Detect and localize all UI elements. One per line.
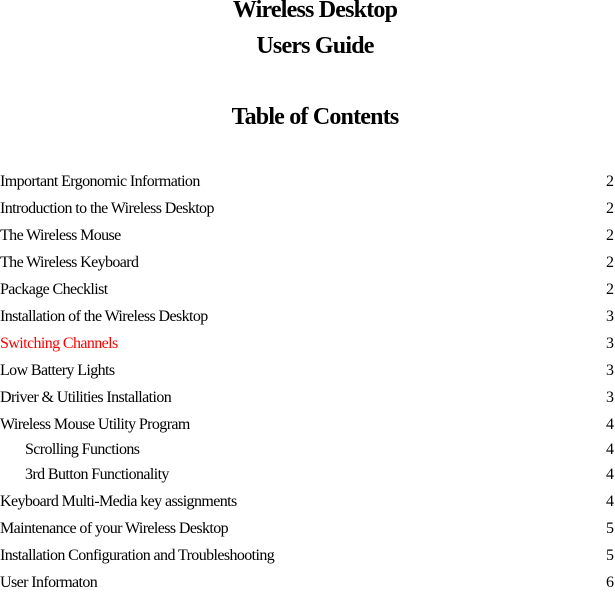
toc-entry-wireless-mouse[interactable]: The Wireless Mouse 2 xyxy=(0,226,615,246)
toc-entry-low-battery-lights[interactable]: Low Battery Lights 3 xyxy=(0,361,615,381)
document-subtitle: Users Guide xyxy=(256,33,374,59)
toc-entry-page-number: 4 xyxy=(606,493,614,510)
toc-entry-label: Package Checklist xyxy=(0,281,108,298)
toc-entry-user-information[interactable]: User Informaton 6 xyxy=(0,573,615,593)
toc-entry-label: Keyboard Multi-Media key assignments xyxy=(0,493,237,510)
toc-entry-label: User Informaton xyxy=(0,574,98,591)
toc-entry-installation[interactable]: Installation of the Wireless Desktop 3 xyxy=(0,307,615,327)
toc-entry-switching-channels[interactable]: Switching Channels 3 xyxy=(0,334,615,354)
toc-entry-label: The Wireless Mouse xyxy=(0,227,121,244)
toc-entry-label: Installation Configuration and Troublesh… xyxy=(0,547,275,564)
toc-entry-label: 3rd Button Functionality xyxy=(25,466,169,483)
toc-entry-page-number: 3 xyxy=(606,362,614,379)
toc-entry-important-ergonomic-information[interactable]: Important Ergonomic Information 2 xyxy=(0,172,615,192)
toc-entry-driver-utilities-installation[interactable]: Driver & Utilities Installation 3 xyxy=(0,388,615,408)
toc-entry-installation-configuration-troubleshooting[interactable]: Installation Configuration and Troublesh… xyxy=(0,546,615,566)
toc-entry-wireless-keyboard[interactable]: The Wireless Keyboard 2 xyxy=(0,253,615,273)
toc-entry-label: Maintenance of your Wireless Desktop xyxy=(0,520,229,537)
document-title: Wireless Desktop xyxy=(232,0,398,23)
toc-entry-label: Driver & Utilities Installation xyxy=(0,389,172,406)
toc-entry-page-number: 2 xyxy=(606,173,614,190)
toc-entry-label: Low Battery Lights xyxy=(0,362,115,379)
toc-entry-label: Introduction to the Wireless Desktop xyxy=(0,200,214,217)
toc-entry-package-checklist[interactable]: Package Checklist 2 xyxy=(0,280,615,300)
toc-subentry-scrolling-functions[interactable]: Scrolling Functions 4 xyxy=(0,440,615,460)
toc-entry-page-number: 6 xyxy=(606,574,614,591)
toc-entry-label: Scrolling Functions xyxy=(25,441,140,458)
toc-entry-page-number: 3 xyxy=(606,308,614,325)
toc-entry-page-number: 3 xyxy=(606,389,614,406)
toc-heading: Table of Contents xyxy=(231,104,400,130)
toc-entry-page-number: 5 xyxy=(606,547,614,564)
toc-entry-page-number: 4 xyxy=(606,441,614,458)
toc-entry-page-number: 2 xyxy=(606,227,614,244)
toc-entry-label: The Wireless Keyboard xyxy=(0,254,139,271)
toc-entry-page-number: 2 xyxy=(606,254,614,271)
toc-entry-page-number: 2 xyxy=(606,281,614,298)
toc-entry-page-number: 4 xyxy=(606,466,614,483)
toc-subentry-3rd-button-functionality[interactable]: 3rd Button Functionality 4 xyxy=(0,465,615,485)
toc-entry-page-number: 5 xyxy=(606,520,614,537)
toc-entry-label-highlighted: Switching Channels xyxy=(0,335,118,352)
toc-entry-page-number: 3 xyxy=(606,335,614,352)
toc-entry-introduction[interactable]: Introduction to the Wireless Desktop 2 xyxy=(0,199,615,219)
toc-entry-label: Important Ergonomic Information xyxy=(0,173,200,190)
toc-entry-keyboard-multimedia-keys[interactable]: Keyboard Multi-Media key assignments 4 xyxy=(0,492,615,512)
toc-entry-label: Wireless Mouse Utility Program xyxy=(0,416,190,433)
toc-entry-page-number: 4 xyxy=(606,416,614,433)
toc-entry-maintenance[interactable]: Maintenance of your Wireless Desktop 5 xyxy=(0,519,615,539)
toc-entry-wireless-mouse-utility-program[interactable]: Wireless Mouse Utility Program 4 xyxy=(0,415,615,435)
toc-entry-label: Installation of the Wireless Desktop xyxy=(0,308,208,325)
toc-entry-page-number: 2 xyxy=(606,200,614,217)
